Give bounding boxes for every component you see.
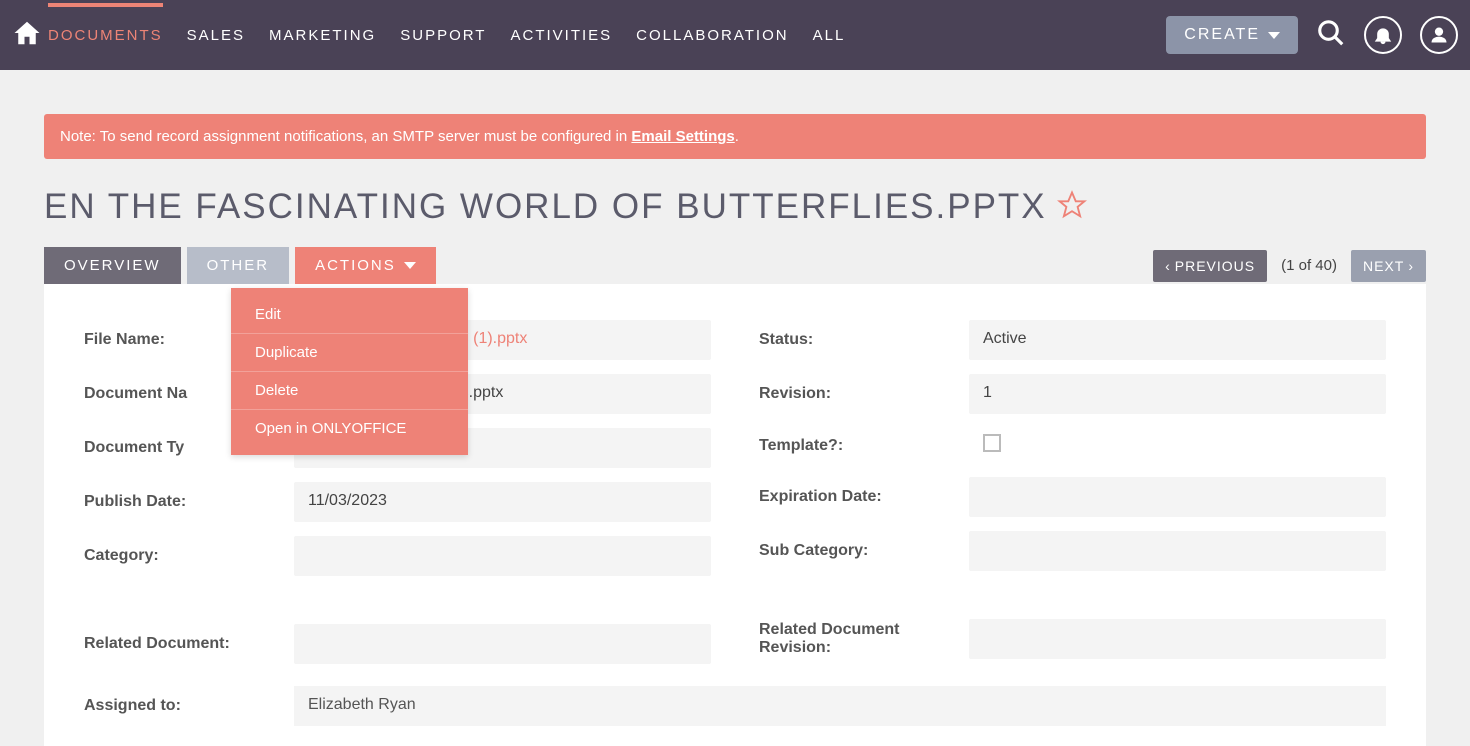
- row-expiration-date: Expiration Date:: [759, 477, 1386, 517]
- nav-activities[interactable]: ACTIVITIES: [510, 3, 612, 68]
- value-template: [969, 428, 1386, 463]
- alert-suffix: .: [735, 128, 739, 145]
- actions-dropdown: Edit Duplicate Delete Open in ONLYOFFICE: [231, 288, 468, 455]
- value-related-document-revision: [969, 619, 1386, 659]
- smtp-alert: Note: To send record assignment notifica…: [44, 114, 1426, 159]
- notifications-icon[interactable]: [1364, 16, 1402, 54]
- label-related-document: Related Document:: [84, 635, 294, 653]
- action-duplicate[interactable]: Duplicate: [231, 334, 468, 372]
- value-assigned-to: Elizabeth Ryan: [294, 686, 1386, 726]
- value-status: Active: [969, 320, 1386, 360]
- previous-button[interactable]: ‹ PREVIOUS: [1153, 250, 1267, 282]
- tab-row: OVERVIEW OTHER ACTIONS Edit Duplicate De…: [44, 247, 1426, 284]
- pager-count: (1 of 40): [1281, 257, 1337, 274]
- topnav-right: CREATE: [1166, 16, 1458, 54]
- nav-documents[interactable]: DOCUMENTS: [48, 3, 163, 68]
- next-button[interactable]: NEXT ›: [1351, 250, 1426, 282]
- next-label: NEXT: [1363, 258, 1404, 274]
- value-sub-category: [969, 531, 1386, 571]
- label-sub-category: Sub Category:: [759, 542, 969, 560]
- value-expiration-date: [969, 477, 1386, 517]
- nav-sales[interactable]: SALES: [187, 3, 245, 68]
- value-revision: 1: [969, 374, 1386, 414]
- value-publish-date: 11/03/2023: [294, 482, 711, 522]
- alert-prefix: Note: To send record assignment notifica…: [60, 128, 631, 145]
- row-category: Category:: [84, 536, 711, 576]
- home-icon[interactable]: [12, 18, 48, 53]
- previous-label: PREVIOUS: [1175, 258, 1255, 274]
- chevron-right-icon: ›: [1408, 258, 1414, 274]
- action-open-onlyoffice[interactable]: Open in ONLYOFFICE: [231, 410, 468, 447]
- row-revision: Revision: 1: [759, 374, 1386, 414]
- template-checkbox[interactable]: [983, 434, 1001, 452]
- action-delete[interactable]: Delete: [231, 372, 468, 410]
- action-edit[interactable]: Edit: [231, 296, 468, 334]
- caret-down-icon: [404, 262, 416, 269]
- row-template: Template?:: [759, 428, 1386, 463]
- row-assigned-to: Assigned to: Elizabeth Ryan: [84, 686, 1386, 726]
- row-sub-category: Sub Category:: [759, 531, 1386, 571]
- label-expiration-date: Expiration Date:: [759, 488, 969, 506]
- label-status: Status:: [759, 331, 969, 349]
- label-template: Template?:: [759, 437, 969, 455]
- label-category: Category:: [84, 547, 294, 565]
- label-assigned-to: Assigned to:: [84, 697, 294, 715]
- label-revision: Revision:: [759, 385, 969, 403]
- row-related-document-revision: Related Document Revision:: [759, 619, 1386, 659]
- tab-actions-label: ACTIONS: [315, 257, 396, 274]
- tab-overview[interactable]: OVERVIEW: [44, 247, 181, 284]
- user-icon[interactable]: [1420, 16, 1458, 54]
- row-related-document: Related Document:: [84, 624, 711, 664]
- favorite-star-icon[interactable]: [1057, 190, 1087, 225]
- label-related-document-revision: Related Document Revision:: [759, 621, 969, 657]
- row-status: Status: Active: [759, 320, 1386, 360]
- nav-collaboration[interactable]: COLLABORATION: [636, 3, 788, 68]
- create-button[interactable]: CREATE: [1166, 16, 1298, 54]
- tab-actions[interactable]: ACTIONS: [295, 247, 436, 284]
- value-related-document: [294, 624, 711, 664]
- alert-link[interactable]: Email Settings: [631, 128, 734, 145]
- nav-all[interactable]: ALL: [813, 3, 846, 68]
- page-title: EN THE FASCINATING WORLD OF BUTTERFLIES.…: [44, 187, 1047, 227]
- pager: ‹ PREVIOUS (1 of 40) NEXT ›: [1153, 250, 1426, 282]
- create-label: CREATE: [1184, 26, 1260, 44]
- tab-other[interactable]: OTHER: [187, 247, 290, 284]
- nav-items: DOCUMENTS SALES MARKETING SUPPORT ACTIVI…: [48, 3, 845, 68]
- nav-support[interactable]: SUPPORT: [400, 3, 486, 68]
- caret-down-icon: [1268, 32, 1280, 39]
- search-icon[interactable]: [1316, 18, 1346, 53]
- right-column: Status: Active Revision: 1 Template?: Ex…: [759, 320, 1386, 664]
- value-category: [294, 536, 711, 576]
- page-content: Note: To send record assignment notifica…: [0, 114, 1470, 746]
- top-navbar: DOCUMENTS SALES MARKETING SUPPORT ACTIVI…: [0, 0, 1470, 70]
- label-publish-date: Publish Date:: [84, 493, 294, 511]
- chevron-left-icon: ‹: [1165, 258, 1171, 274]
- nav-marketing[interactable]: MARKETING: [269, 3, 376, 68]
- row-publish-date: Publish Date: 11/03/2023: [84, 482, 711, 522]
